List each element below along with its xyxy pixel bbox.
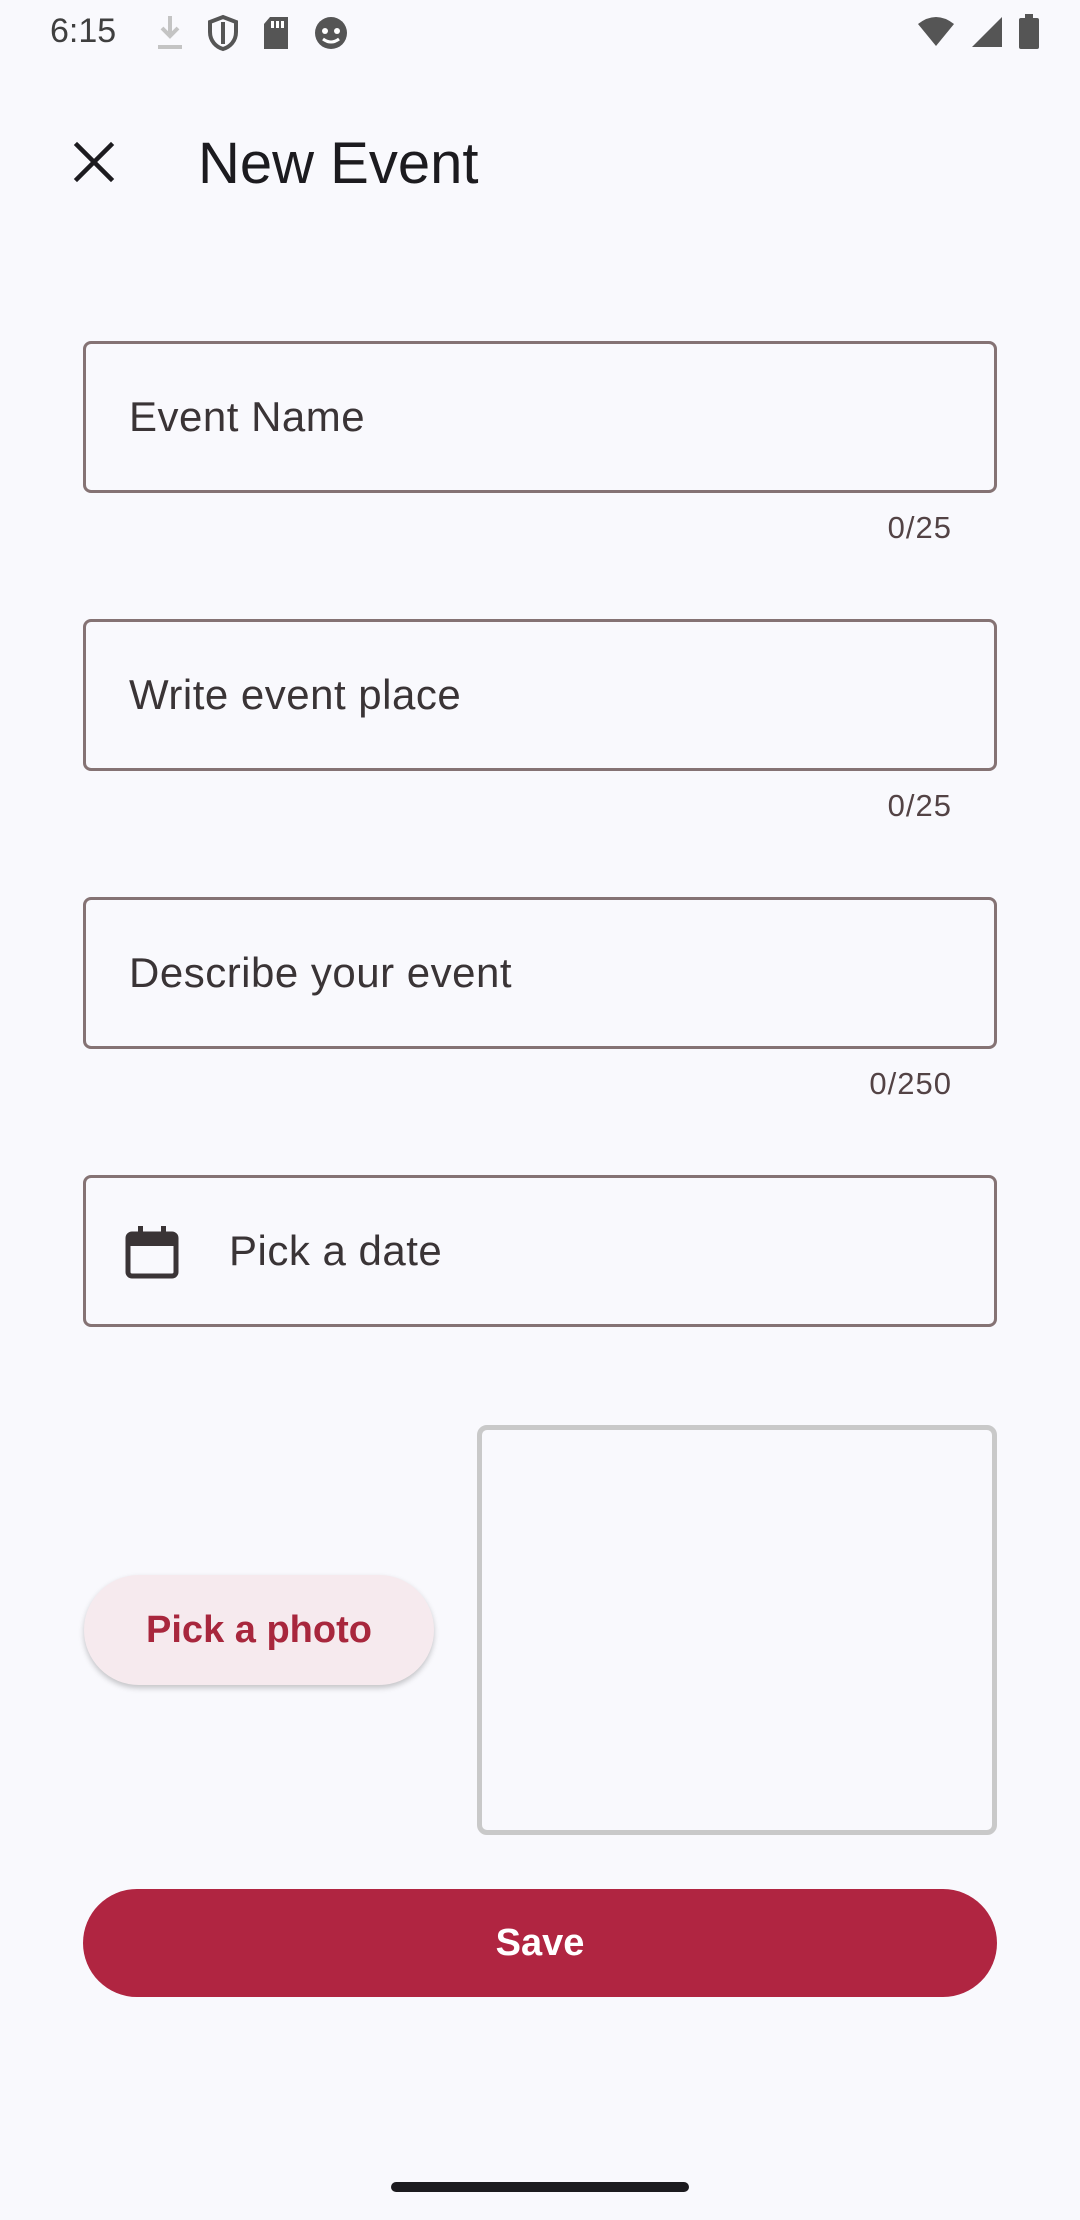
close-button[interactable] [50,120,138,208]
status-bar: 6:15 [0,0,1080,66]
android-icon [313,15,349,56]
home-indicator[interactable] [391,2182,689,2192]
save-button[interactable]: Save [83,1889,997,1997]
status-icons-right [916,14,1040,55]
event-place-placeholder: Write event place [129,671,462,718]
wifi-icon [916,16,956,53]
download-icon [155,14,185,57]
close-icon [73,141,115,188]
signal-icon [970,15,1004,54]
status-time: 6:15 [50,12,117,50]
event-description-field[interactable]: Describe your event [83,897,997,1049]
photo-preview [477,1425,997,1835]
event-place-field[interactable]: Write event place [83,619,997,771]
event-place-counter: 0/25 [887,788,952,823]
event-description-counter: 0/250 [869,1066,952,1101]
battery-icon [1018,14,1040,55]
shield-icon [207,14,239,57]
date-picker-field[interactable]: Pick a date [83,1175,997,1327]
page-title: New Event [198,131,479,196]
calendar-icon [124,1224,180,1280]
top-app-bar: New Event [0,90,1080,220]
status-icons-left [155,14,349,57]
event-name-counter: 0/25 [887,510,952,545]
event-name-field[interactable]: Event Name [83,341,997,493]
event-description-placeholder: Describe your event [129,949,513,996]
sd-card-icon [261,15,291,56]
pick-photo-button[interactable]: Pick a photo [84,1575,434,1685]
event-name-placeholder: Event Name [129,393,366,440]
date-placeholder: Pick a date [229,1227,443,1274]
